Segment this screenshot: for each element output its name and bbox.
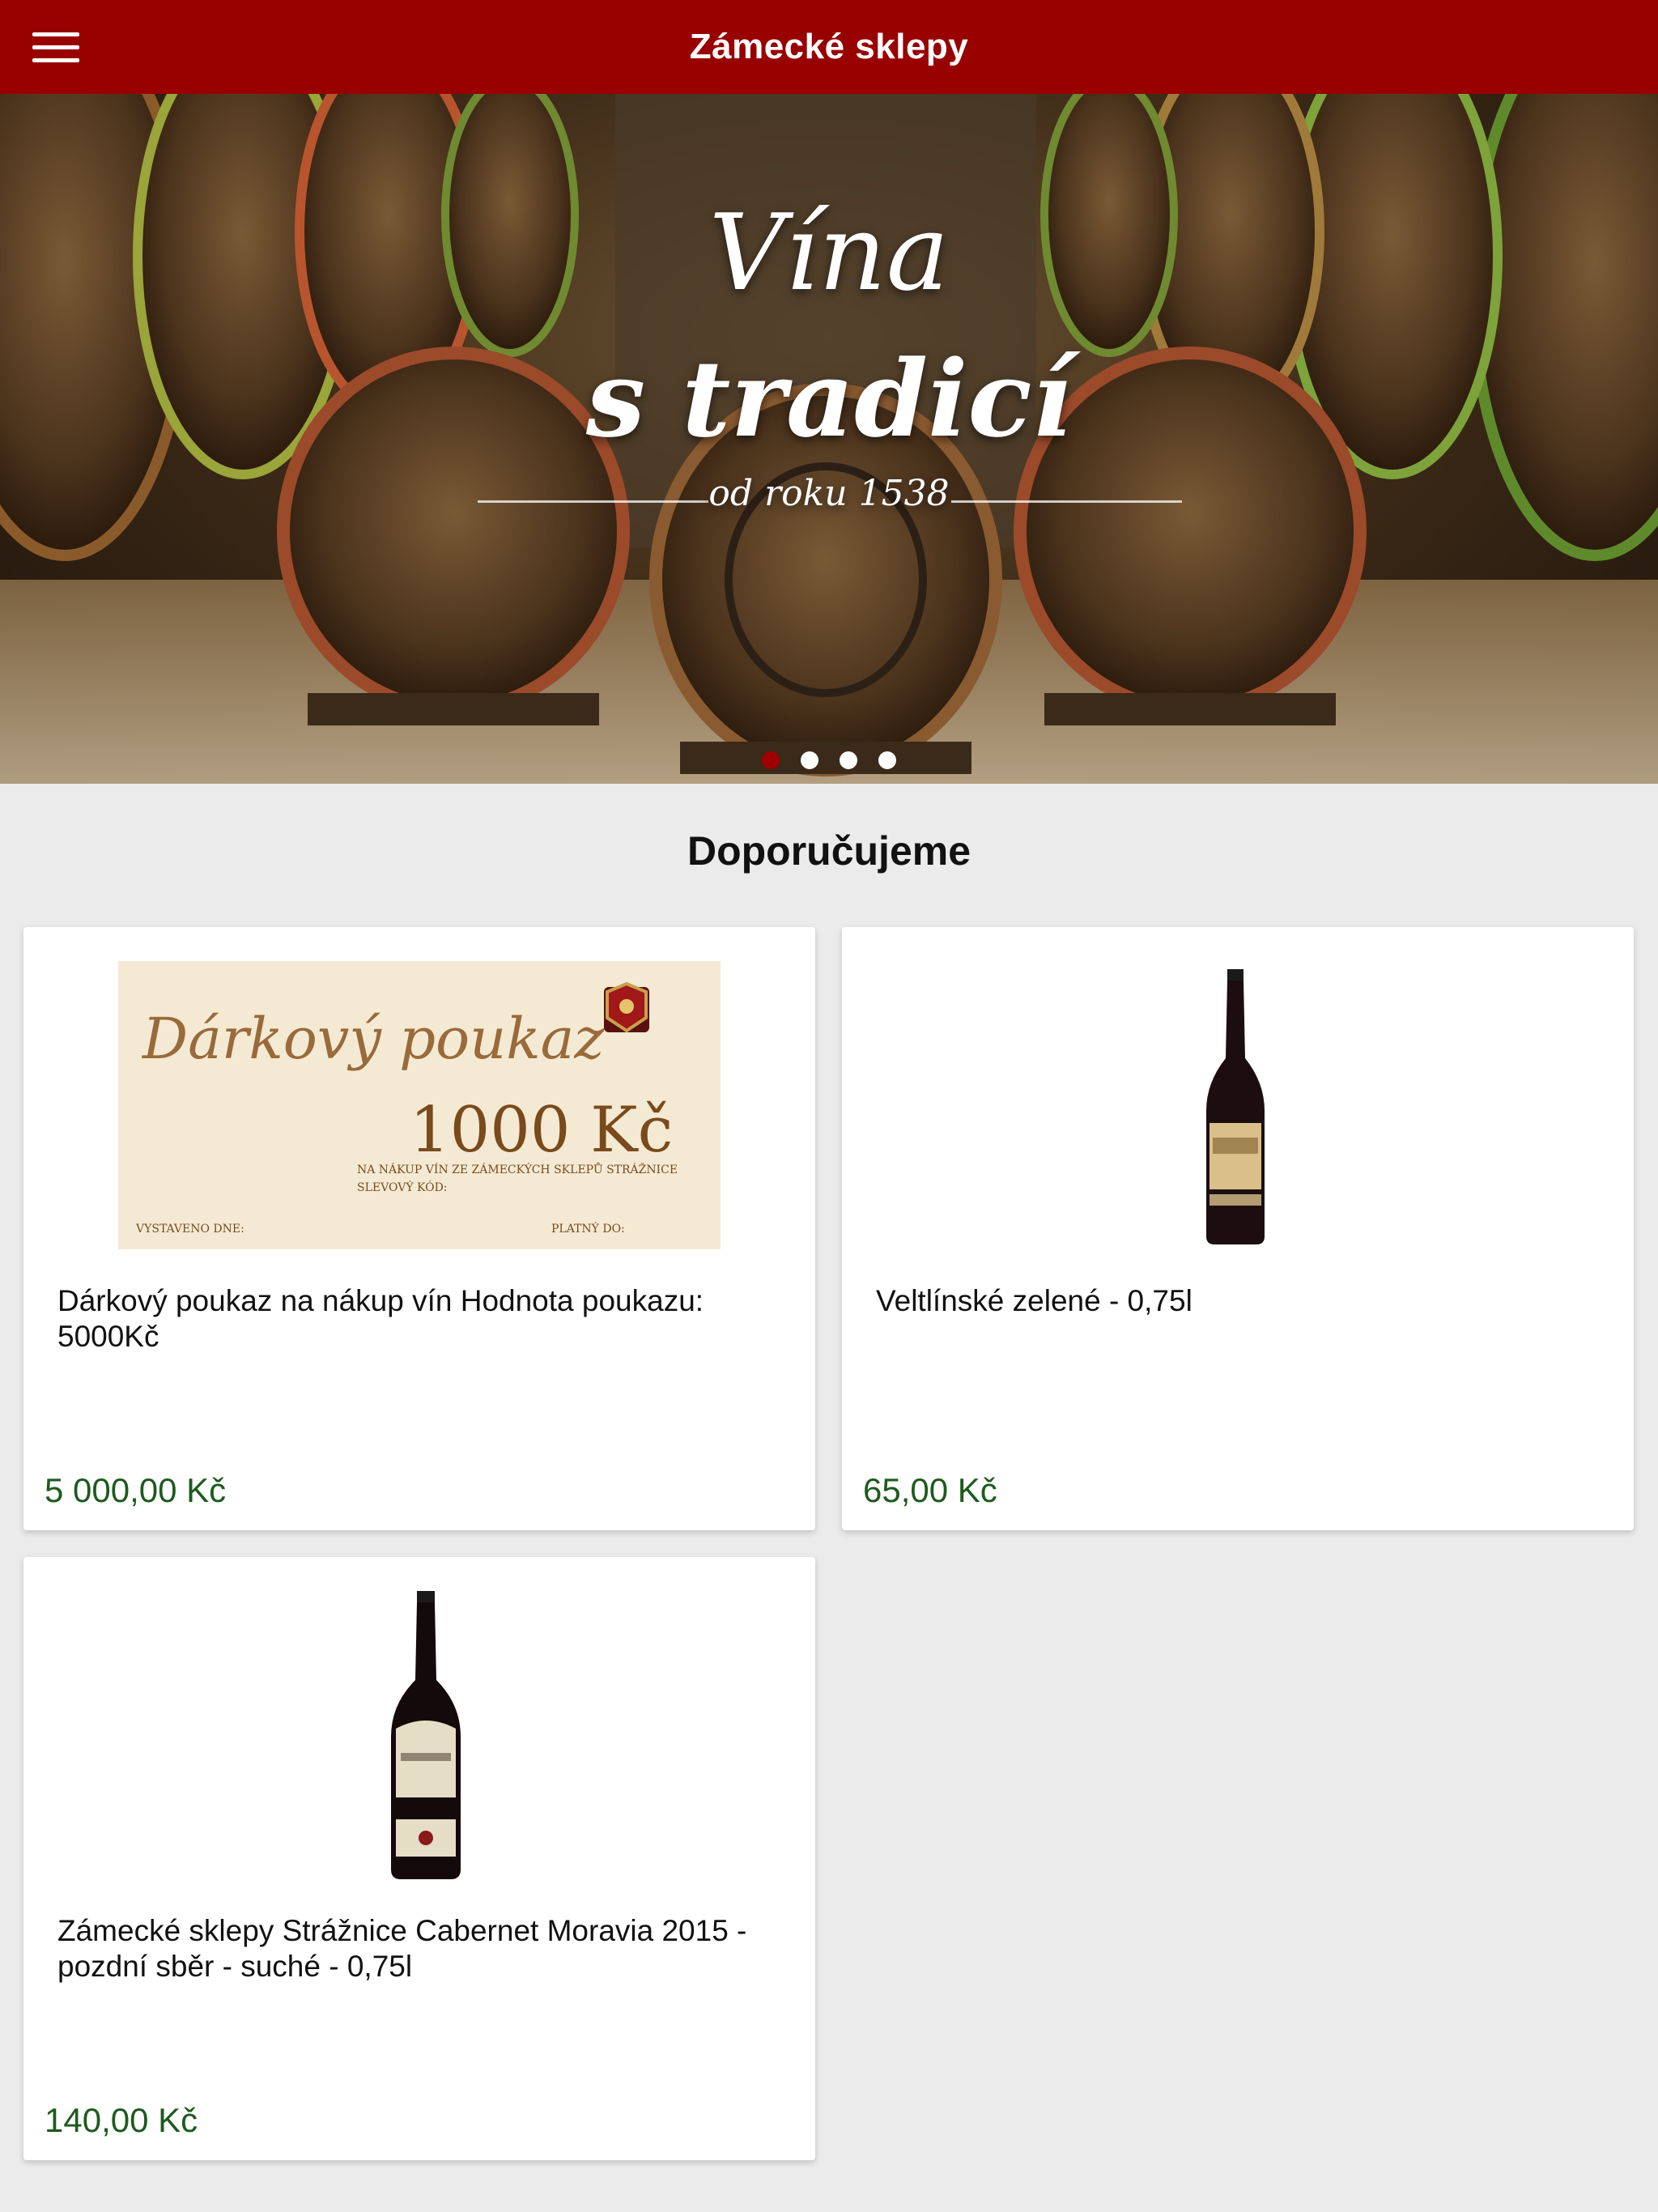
hero-divider-right bbox=[951, 500, 1182, 503]
product-name[interactable]: Zámecké sklepy Strážnice Cabernet Moravi… bbox=[57, 1913, 781, 1984]
product-card[interactable]: Zámecké sklepy Strážnice Cabernet Moravi… bbox=[23, 1557, 815, 2160]
hero-title-line2: s tradicí bbox=[585, 337, 1073, 461]
crest-icon bbox=[604, 981, 649, 1033]
voucher-issued-label: VYSTAVENO DNE: bbox=[135, 1223, 244, 1236]
voucher-line: NA NÁKUP VÍN ZE ZÁMECKÝCH SKLEPŮ STRÁŽNI… bbox=[357, 1162, 678, 1176]
product-card[interactable]: Dárkový poukaz 1000 Kč NA NÁKUP VÍN ZE Z… bbox=[23, 927, 815, 1530]
carousel-dot-2[interactable] bbox=[801, 751, 818, 769]
product-name[interactable]: Veltlínské zelené - 0,75l bbox=[876, 1283, 1600, 1319]
menu-bar bbox=[32, 57, 79, 62]
carousel-indicators bbox=[0, 751, 1658, 769]
carousel-dot-3[interactable] bbox=[840, 751, 857, 769]
voucher-amount: 1000 Kč bbox=[410, 1094, 673, 1167]
menu-bar bbox=[32, 32, 79, 36]
carousel-dot-1[interactable] bbox=[762, 751, 780, 769]
voucher-valid-label: PLATNÝ DO: bbox=[551, 1221, 625, 1236]
product-name[interactable]: Dárkový poukaz na nákup vín Hodnota pouk… bbox=[57, 1283, 781, 1355]
hero-carousel[interactable]: Vína s tradicí od roku 1538 bbox=[0, 94, 1658, 784]
product-price: 5 000,00 Kč bbox=[45, 1471, 227, 1509]
app-header: Zámecké sklepy bbox=[0, 0, 1658, 94]
product-price: 65,00 Kč bbox=[863, 1471, 997, 1509]
wine-bottle-image bbox=[1206, 969, 1265, 1244]
voucher-code-label: SLEVOVÝ KÓD: bbox=[357, 1180, 448, 1194]
hero-title-line1: Vína bbox=[708, 191, 950, 314]
product-card[interactable]: Veltlínské zelené - 0,75l 65,00 Kč bbox=[842, 927, 1634, 1530]
product-price: 140,00 Kč bbox=[45, 2101, 198, 2139]
gift-voucher-image: Dárkový poukaz 1000 Kč NA NÁKUP VÍN ZE Z… bbox=[118, 961, 721, 1249]
carousel-dot-4[interactable] bbox=[878, 751, 896, 769]
hamburger-menu-icon[interactable] bbox=[32, 24, 89, 70]
voucher-heading: Dárkový poukaz bbox=[141, 1006, 605, 1072]
section-title: Doporučujeme bbox=[687, 828, 971, 874]
wine-bottle-image bbox=[391, 1591, 461, 1879]
hero-subtitle: od roku 1538 bbox=[708, 473, 950, 514]
app-title: Zámecké sklepy bbox=[689, 27, 969, 66]
menu-bar bbox=[32, 45, 79, 49]
